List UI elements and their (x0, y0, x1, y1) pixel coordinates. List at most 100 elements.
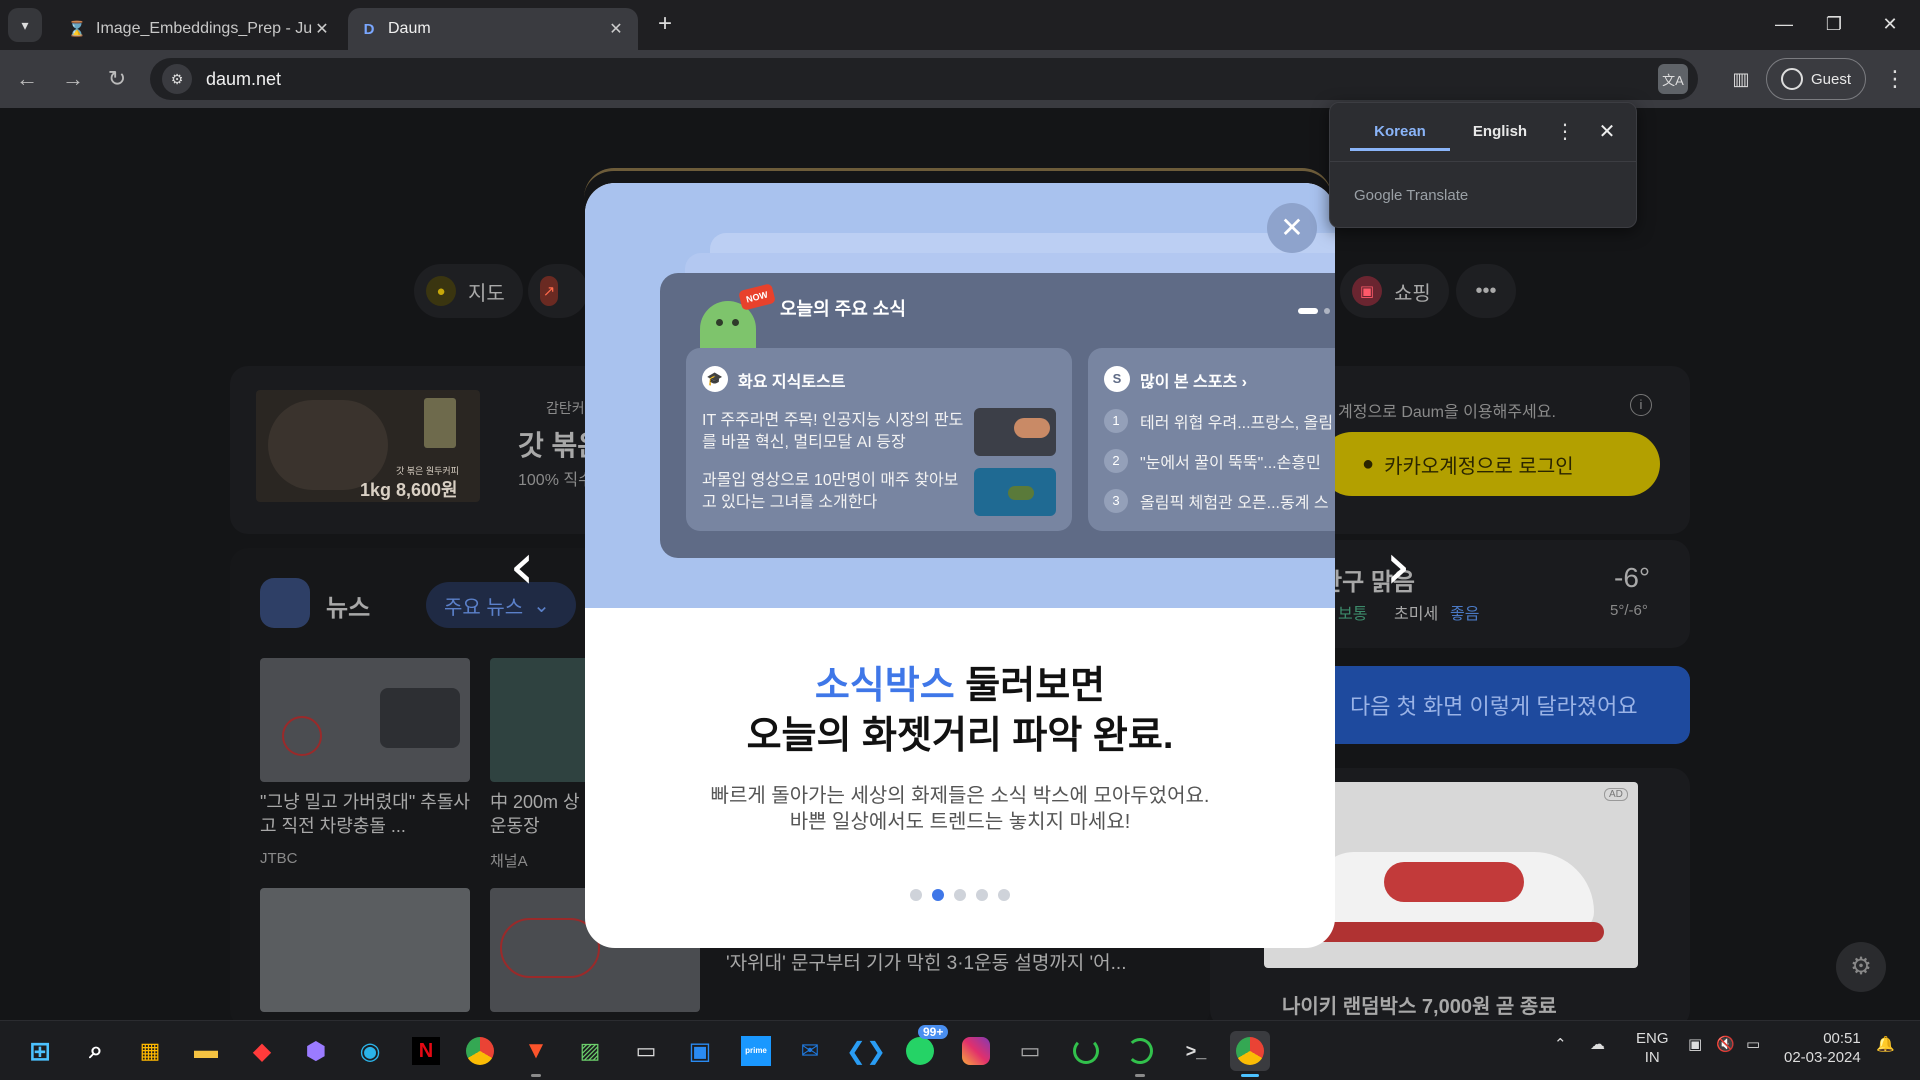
sports-title-text: 많이 본 스포츠 (1140, 374, 1238, 391)
rank-number: 2 (1104, 449, 1128, 473)
translate-close-icon[interactable]: ✕ (1592, 117, 1622, 147)
cloud-icon[interactable]: ☁ (1590, 1035, 1605, 1053)
tab-daum[interactable]: D Daum ✕ (348, 8, 638, 50)
taskbar-copilot[interactable]: ⬢ (296, 1031, 336, 1071)
translate-menu-icon[interactable]: ⋮ (1550, 117, 1580, 147)
news-category-dropdown[interactable]: 주요 뉴스 ⌄ (426, 582, 576, 628)
tab-search-button[interactable]: ▾ (8, 8, 42, 42)
modal-prev-button[interactable]: ‹ (502, 532, 542, 602)
news-thumb[interactable] (260, 658, 470, 782)
start-button[interactable]: ⊞ (20, 1031, 60, 1071)
sports-icon: S (1104, 366, 1130, 392)
translate-icon[interactable]: 文A (1658, 64, 1688, 94)
chrome-icon (466, 1037, 494, 1065)
pager-dot[interactable] (998, 889, 1010, 901)
time: 00:51 (1823, 1030, 1861, 1047)
modal-close-button[interactable]: ✕ (1267, 203, 1317, 253)
news-item-title[interactable]: 中 200m 상 운동장 (490, 790, 590, 838)
network-icon[interactable]: ▣ (1688, 1035, 1702, 1053)
forward-icon[interactable]: → (56, 62, 90, 96)
profile-label: Guest (1810, 70, 1852, 88)
news-headline-row[interactable]: '자위대' 문구부터 기가 막힌 3·1운동 설명까지 '어... (726, 948, 1196, 975)
tab-close-icon[interactable]: ✕ (606, 19, 626, 39)
clock[interactable]: 00:51 02-03-2024 (1784, 1029, 1861, 1067)
taskbar-netflix[interactable]: N (406, 1031, 446, 1071)
blue-window-icon: ▣ (688, 1037, 712, 1065)
pager-dot[interactable] (910, 889, 922, 901)
lang-tab-target[interactable]: English (1450, 113, 1550, 151)
site-info-icon[interactable]: ⚙ (162, 64, 192, 94)
side-panel-icon[interactable]: ▥ (1724, 62, 1758, 96)
pager-dot[interactable] (976, 889, 988, 901)
chevron-up-icon[interactable]: ⌃ (1554, 1035, 1567, 1053)
chip-map[interactable]: ● 지도 (414, 264, 523, 318)
card-indicator (1298, 308, 1318, 314)
tab-close-icon[interactable]: ✕ (312, 19, 332, 39)
minimize-icon[interactable]: — (1764, 10, 1804, 40)
info-icon[interactable]: i (1630, 394, 1652, 416)
back-icon[interactable]: ← (10, 62, 44, 96)
coffee-ad-image: 갓 볶은 원두커피 1kg 8,600원 (256, 390, 480, 502)
taskbar-brave[interactable]: ▼ (516, 1031, 556, 1077)
search-button[interactable]: ⌕ (76, 1031, 116, 1071)
pager-dot[interactable] (954, 889, 966, 901)
taskbar-app-red[interactable]: ◆ (242, 1031, 282, 1071)
taskbar-whatsapp[interactable]: 99+ (900, 1025, 949, 1071)
news-thumb[interactable] (490, 658, 590, 782)
new-tab-button[interactable]: + (650, 10, 680, 40)
kakao-login-button[interactable]: ● 카카오계정으로 로그인 (1320, 432, 1660, 496)
taskbar-terminal-app[interactable]: ▭ (626, 1031, 666, 1071)
photos-icon: ▨ (579, 1038, 601, 1063)
news-item-source: 채널A (490, 853, 528, 870)
lang-tab-source[interactable]: Korean (1350, 113, 1450, 151)
chip-shopping[interactable]: ▣ 쇼핑 (1340, 264, 1449, 318)
tab-jupyter[interactable]: ⌛ Image_Embeddings_Prep - Jupy ✕ (56, 8, 344, 50)
news-item-title[interactable]: "그냥 밀고 가버렸대" 추돌사고 직전 차량충돌 ... (260, 790, 470, 838)
speaker-muted-icon[interactable]: 🔇 (1716, 1035, 1735, 1053)
more-services-button[interactable]: ••• (1456, 264, 1516, 318)
shopping-ad-title: 나이키 랜덤박스 7,000원 곧 종료 (1282, 996, 1557, 1018)
promo-banner[interactable]: 다음 첫 화면 이렇게 달라졌어요 (1300, 666, 1690, 744)
restore-icon[interactable]: ❐ (1814, 10, 1854, 40)
taskbar-outlook[interactable]: ✉ (790, 1031, 830, 1071)
taskbar-store[interactable]: ▦ (130, 1031, 170, 1071)
modal-next-button[interactable]: › (1378, 532, 1418, 602)
taskbar-windows-app[interactable]: ▣ (680, 1031, 720, 1071)
taskbar-photos[interactable]: ▨ (570, 1031, 610, 1071)
taskbar-chrome-1[interactable] (460, 1031, 500, 1071)
translate-language-tabs: Korean English (1350, 113, 1550, 151)
desc-line-1: 빠르게 돌아가는 세상의 화제들은 소식 박스에 모아두었어요. (710, 785, 1210, 807)
taskbar-app-window[interactable]: ▭ (1010, 1031, 1050, 1071)
search-icon: ⌕ (89, 1037, 103, 1064)
taskbar-spinner-2[interactable] (1120, 1031, 1160, 1077)
taskbar-prime-video[interactable]: prime (736, 1031, 776, 1071)
chip-stocks[interactable]: ↗ (528, 264, 588, 318)
taskbar-spinner-1[interactable] (1066, 1031, 1106, 1071)
news-thumb[interactable] (260, 888, 470, 1012)
battery-icon[interactable]: ▭ (1746, 1035, 1760, 1053)
whatsapp-icon (906, 1037, 934, 1065)
close-window-icon[interactable]: ✕ (1870, 10, 1910, 40)
taskbar-instagram[interactable] (956, 1031, 996, 1071)
menu-icon[interactable]: ⋮ (1878, 62, 1912, 96)
taskbar-terminal[interactable]: >_ (1176, 1031, 1216, 1071)
taskbar-file-explorer[interactable]: ▬ (186, 1031, 226, 1071)
news-section-title[interactable]: 뉴스 (326, 588, 370, 623)
login-prompt: 계정으로 Daum을 이용해주세요. (1338, 404, 1556, 421)
news-box-title: 오늘의 주요 소식 (780, 299, 906, 319)
address-bar[interactable]: ⚙ daum.net 文A (150, 58, 1698, 100)
taskbar-chrome-active[interactable] (1230, 1031, 1270, 1077)
chevron-left-icon: ‹ (509, 530, 535, 604)
taskbar-edge[interactable]: ◉ (350, 1031, 390, 1071)
sports-rank-item: 1 테러 위협 우려...프랑스, 올림 (1104, 408, 1333, 434)
reload-icon[interactable]: ↻ (100, 62, 134, 96)
rank-text: "눈에서 꿀이 뚝뚝"...손흥민 (1140, 455, 1321, 472)
taskbar-vscode[interactable]: ❮❯ (846, 1031, 886, 1071)
edge-icon: ◉ (359, 1037, 381, 1065)
notification-bell-icon[interactable]: 🔔 (1876, 1035, 1895, 1053)
chevron-right-icon: › (1385, 530, 1411, 604)
profile-button[interactable]: Guest (1766, 58, 1866, 100)
pager-dot[interactable] (932, 889, 944, 901)
language-indicator[interactable]: ENG IN (1636, 1029, 1669, 1067)
page-settings-button[interactable]: ⚙ (1836, 942, 1886, 992)
